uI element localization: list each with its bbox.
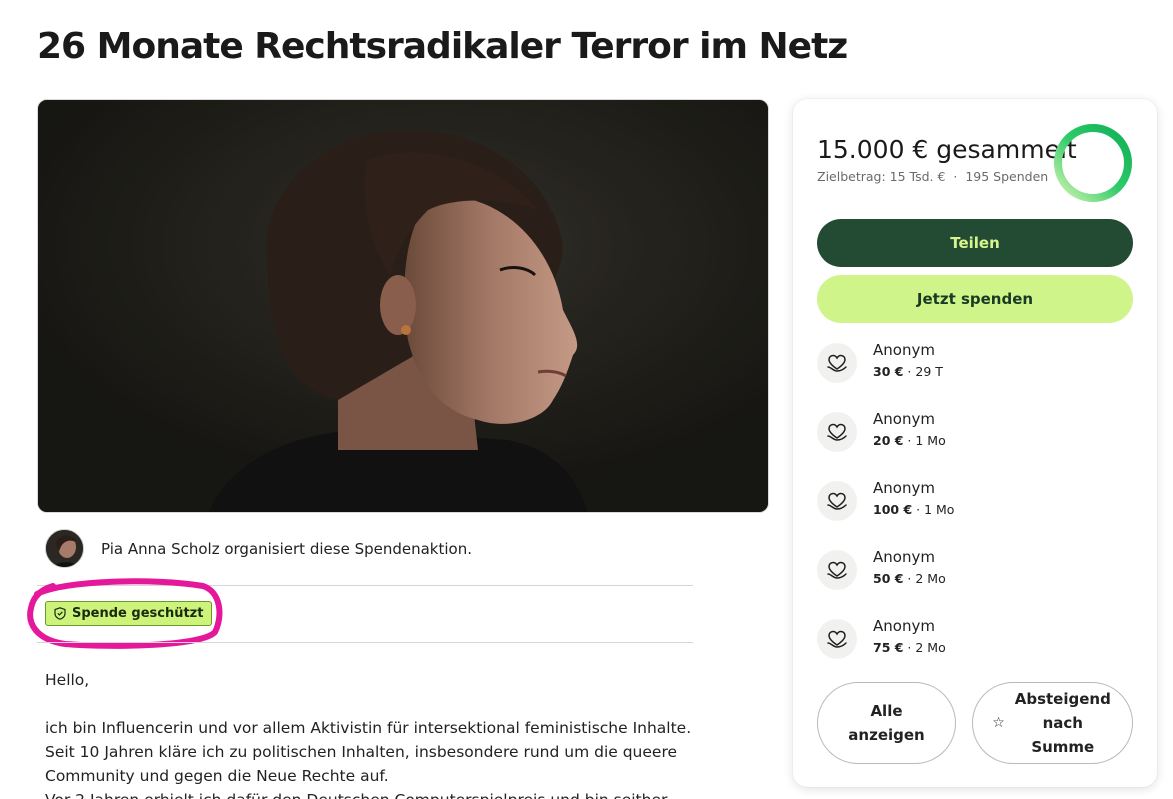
heart-hand-icon (817, 550, 857, 590)
donation-time: 2 Mo (915, 571, 946, 586)
donor-name: Anonym (873, 617, 935, 635)
donation-protected-badge[interactable]: Spende geschützt (45, 601, 213, 626)
donate-button[interactable]: Jetzt spenden (817, 275, 1133, 323)
campaign-hero-image (37, 99, 769, 513)
shield-icon (54, 607, 66, 620)
donation-separator: · (912, 502, 925, 517)
heart-hand-icon (817, 619, 857, 659)
donation-time: 1 Mo (915, 433, 946, 448)
progress-ring (1054, 124, 1132, 202)
star-icon: ☆ (992, 715, 1005, 731)
amount-raised: 15.000 € gesammelt (817, 135, 1077, 164)
donation-item: Anonym 100 € · 1 Mo (817, 479, 1117, 523)
divider (37, 585, 693, 586)
donation-separator: · (903, 364, 916, 379)
organizer-row: Pia Anna Scholz organisiert diese Spende… (45, 529, 472, 568)
donation-time: 1 Mo (924, 502, 955, 517)
donation-time: 29 T (915, 364, 943, 379)
heart-hand-icon (817, 343, 857, 383)
meta-separator: · (953, 169, 958, 184)
organizer-text: Pia Anna Scholz organisiert diese Spende… (101, 539, 472, 558)
donation-separator: · (903, 640, 916, 655)
sort-descending-button[interactable]: ☆ Absteigend nach Summe (972, 682, 1133, 764)
story-greeting: Hello, (45, 671, 90, 689)
donation-item: Anonym 75 € · 2 Mo (817, 617, 1117, 661)
show-all-label: Alle anzeigen (848, 702, 925, 744)
donor-name: Anonym (873, 410, 935, 428)
donation-amount: 50 € (873, 571, 904, 586)
donation-item: Anonym 50 € · 2 Mo (817, 548, 1117, 592)
donation-amount: 75 € (873, 640, 904, 655)
donation-sidebar-card: 15.000 € gesammelt Zielbetrag: 15 Tsd. €… (793, 99, 1157, 787)
show-all-button[interactable]: Alle anzeigen (817, 682, 956, 764)
goal-info: Zielbetrag: 15 Tsd. € · 195 Spenden (817, 169, 1048, 184)
heart-hand-icon (817, 412, 857, 452)
donation-separator: · (903, 433, 916, 448)
donation-amount: 100 € (873, 502, 913, 517)
badge-label: Spende geschützt (72, 606, 204, 621)
donor-name: Anonym (873, 548, 935, 566)
donor-name: Anonym (873, 341, 935, 359)
donation-meta: 100 € · 1 Mo (873, 502, 954, 517)
donation-amount: 30 € (873, 364, 904, 379)
donation-time: 2 Mo (915, 640, 946, 655)
donation-separator: · (903, 571, 916, 586)
donations-count: 195 Spenden (965, 169, 1049, 184)
heart-hand-icon (817, 481, 857, 521)
donation-amount: 20 € (873, 433, 904, 448)
campaign-story: Hello, ich bin Influencerin und vor alle… (45, 668, 705, 799)
goal-amount: Zielbetrag: 15 Tsd. € (817, 169, 946, 184)
share-button[interactable]: Teilen (817, 219, 1133, 267)
page-title: 26 Monate Rechtsradikaler Terror im Netz (37, 26, 848, 67)
donor-name: Anonym (873, 479, 935, 497)
sort-label: Absteigend nach Summe (1014, 690, 1111, 756)
donation-meta: 20 € · 1 Mo (873, 433, 946, 448)
organizer-avatar[interactable] (45, 529, 84, 568)
divider (37, 642, 693, 643)
story-paragraph: Vor 2 Jahren erhielt ich dafür den Deuts… (45, 788, 705, 799)
donation-meta: 50 € · 2 Mo (873, 571, 946, 586)
story-paragraph: ich bin Influencerin und vor allem Aktiv… (45, 719, 692, 785)
donation-meta: 30 € · 29 T (873, 364, 943, 379)
donation-item: Anonym 20 € · 1 Mo (817, 410, 1117, 454)
donation-item: Anonym 30 € · 29 T (817, 341, 1117, 385)
donation-meta: 75 € · 2 Mo (873, 640, 946, 655)
